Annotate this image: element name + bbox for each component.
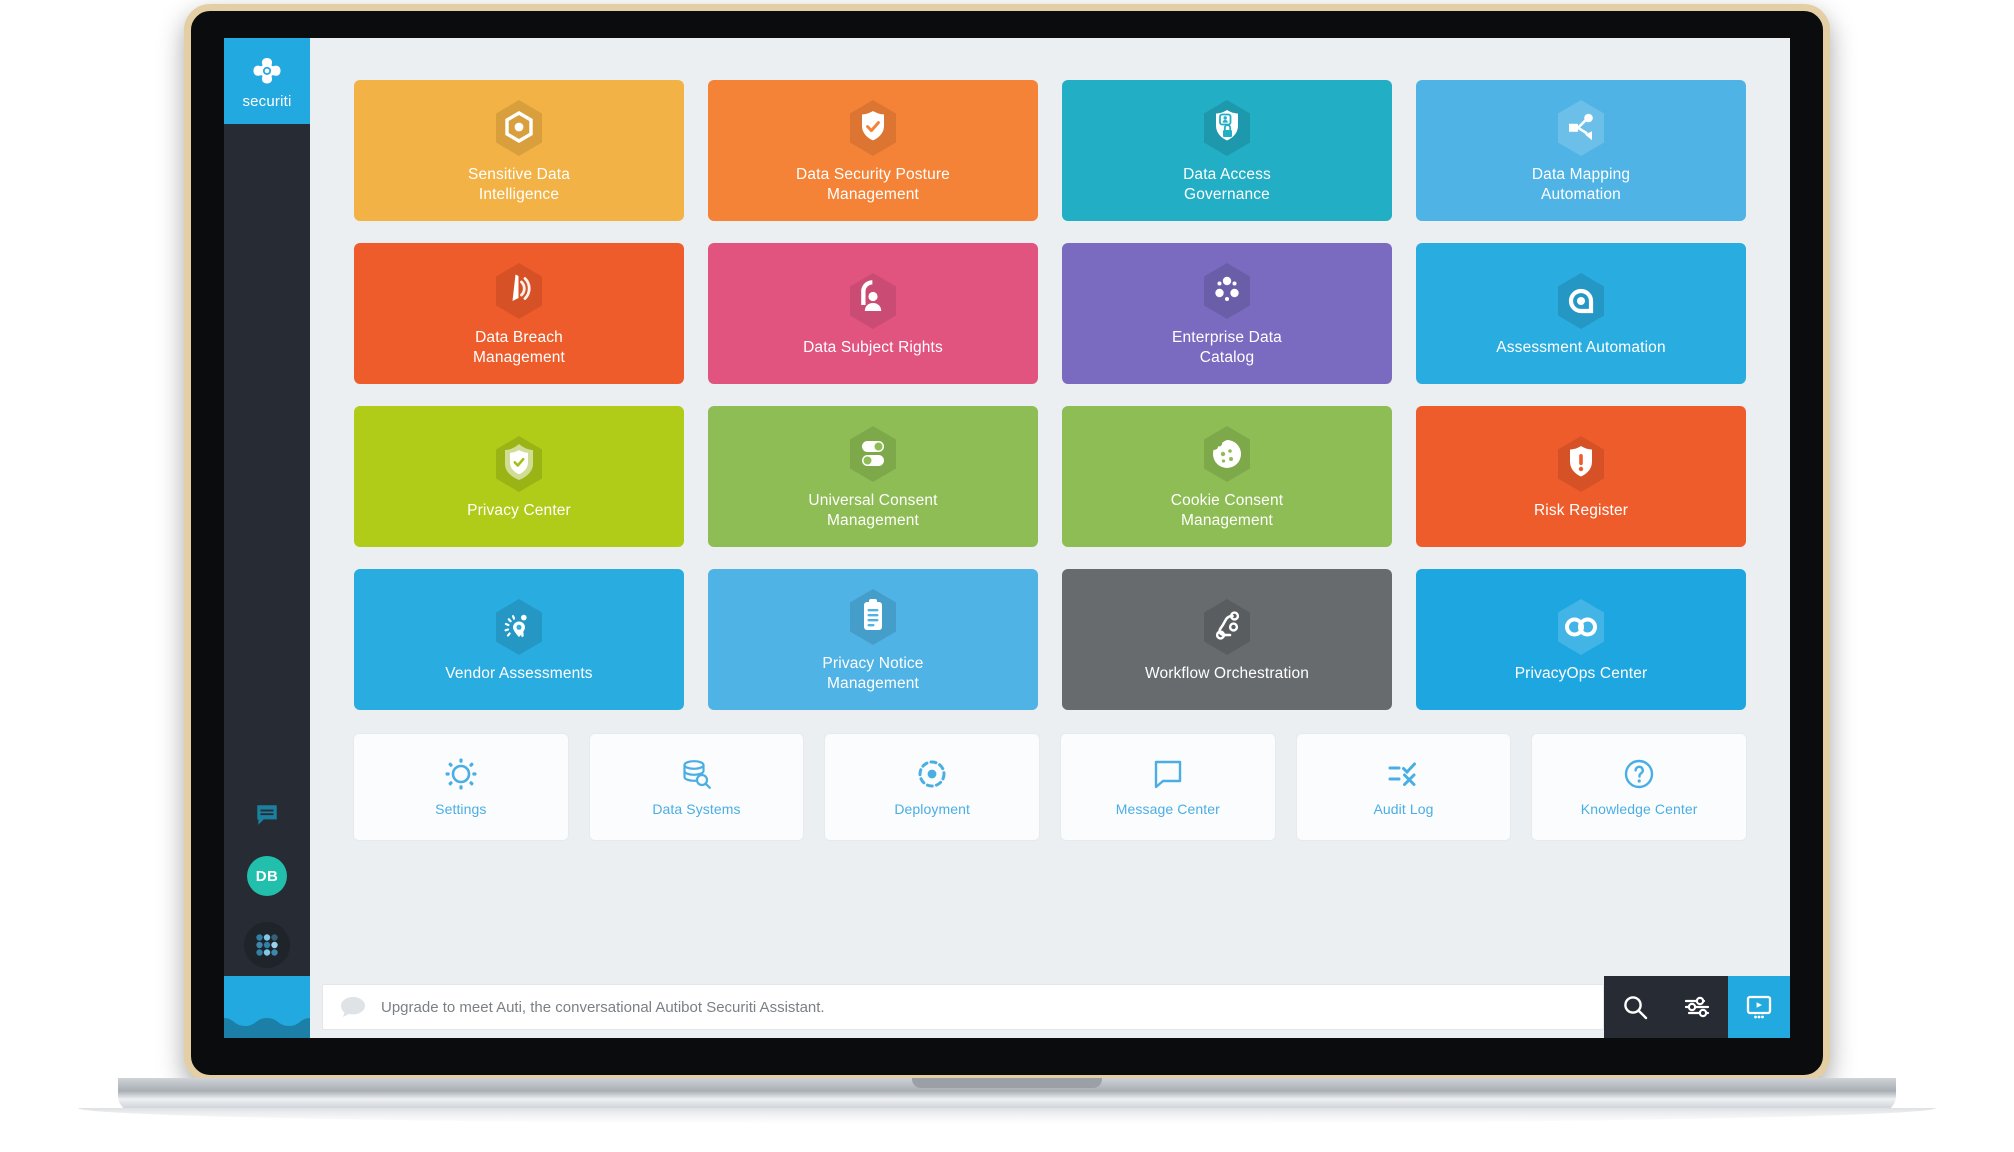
laptop-base xyxy=(118,1078,1896,1112)
target-spiral-icon xyxy=(1558,272,1604,329)
filters-button[interactable] xyxy=(1666,976,1728,1038)
dotted-circle-dot-icon xyxy=(918,760,946,788)
quick-links-row: Settings Data Systems Deployment Message… xyxy=(354,734,1746,840)
assistant-input[interactable]: Upgrade to meet Auti, the conversational… xyxy=(322,984,1604,1030)
tile-label: Privacy Center xyxy=(467,501,571,519)
check-cross-list-icon xyxy=(1388,762,1417,786)
search-button[interactable] xyxy=(1604,976,1666,1038)
tile-label: Sensitive Data Intelligence xyxy=(467,165,571,203)
securiti-atom-logo-icon xyxy=(253,57,281,83)
screenshot-stage: securiti DB Sensitive Data Intelligence … xyxy=(0,0,2014,1152)
sidebar-footer-wave xyxy=(224,976,310,1038)
module-tile-grid: Sensitive Data Intelligence Data Security… xyxy=(354,80,1746,710)
cookie-icon xyxy=(1204,425,1250,482)
infinity-icon xyxy=(1558,598,1604,655)
tile-privacy-center[interactable]: Privacy Center xyxy=(354,406,684,547)
database-search-icon xyxy=(683,760,712,789)
quick-link-label: Knowledge Center xyxy=(1580,801,1698,817)
laptop-foot-shadow xyxy=(78,1108,1936,1124)
sidebar-tools: DB xyxy=(244,800,290,976)
question-circle-icon xyxy=(1624,759,1654,789)
tile-label: Data Subject Rights xyxy=(803,338,943,356)
sliders-filter-icon xyxy=(1684,996,1710,1018)
tile-label: Data Access Governance xyxy=(1183,165,1271,203)
gauge-meter-icon xyxy=(496,598,542,655)
bottom-bar-actions xyxy=(1604,976,1790,1038)
quick-link-knowledge-center[interactable]: Knowledge Center xyxy=(1532,734,1746,840)
clipboard-icon xyxy=(850,588,896,645)
main-area: Sensitive Data Intelligence Data Security… xyxy=(310,38,1790,1038)
tile-label: Cookie Consent Management xyxy=(1170,491,1284,529)
video-tutorial-icon xyxy=(1746,995,1772,1019)
quick-link-label: Settings xyxy=(435,801,487,817)
quick-link-audit-log[interactable]: Audit Log xyxy=(1296,734,1511,840)
tile-cookie-consent-management[interactable]: Cookie Consent Management xyxy=(1062,406,1392,547)
assistant-prompt-text: Upgrade to meet Auti, the conversational… xyxy=(381,998,825,1016)
tile-label: Privacy Notice Management xyxy=(822,654,924,692)
data-cluster-icon xyxy=(1204,262,1250,319)
tile-privacyops-center[interactable]: PrivacyOps Center xyxy=(1416,569,1746,710)
app-launcher-grid-icon[interactable] xyxy=(244,922,290,968)
app-launcher-dots xyxy=(256,934,278,956)
quick-link-label: Data Systems xyxy=(652,801,741,817)
tile-assessment-automation[interactable]: Assessment Automation xyxy=(1416,243,1746,384)
tile-data-breach-management[interactable]: Data Breach Management xyxy=(354,243,684,384)
workflow-branch-icon xyxy=(1204,598,1250,655)
shield-user-lock-icon xyxy=(1204,99,1250,156)
quick-link-label: Deployment xyxy=(894,801,971,817)
dotted-gear-icon xyxy=(445,758,477,790)
tile-label: Risk Register xyxy=(1533,501,1629,519)
tile-label: Vendor Assessments xyxy=(445,664,593,682)
quick-link-settings[interactable]: Settings xyxy=(354,734,568,840)
person-rights-icon xyxy=(850,272,896,329)
tile-label: Data Breach Management xyxy=(473,328,565,366)
tile-risk-register[interactable]: Risk Register xyxy=(1416,406,1746,547)
toggle-switches-icon xyxy=(850,425,896,482)
tile-label: PrivacyOps Center xyxy=(1514,664,1648,682)
message-chat-glyph xyxy=(257,805,277,825)
share-network-icon xyxy=(1558,99,1604,156)
tile-data-mapping-automation[interactable]: Data Mapping Automation xyxy=(1416,80,1746,221)
speech-bubble-icon xyxy=(1154,760,1182,789)
tutorial-video-button[interactable] xyxy=(1728,976,1790,1038)
brand-name: securiti xyxy=(242,92,292,110)
tile-label: Universal Consent Management xyxy=(808,491,938,529)
tile-privacy-notice-management[interactable]: Privacy Notice Management xyxy=(708,569,1038,710)
tile-label: Data Mapping Automation xyxy=(1531,165,1631,203)
wave-decoration-icon xyxy=(224,1018,310,1038)
quick-link-label: Message Center xyxy=(1115,801,1220,817)
tile-universal-consent-management[interactable]: Universal Consent Management xyxy=(708,406,1038,547)
chat-bubble-icon xyxy=(341,997,365,1017)
tile-data-security-posture-management[interactable]: Data Security Posture Management xyxy=(708,80,1038,221)
privacy-shield-icon xyxy=(496,435,542,492)
tile-vendor-assessments[interactable]: Vendor Assessments xyxy=(354,569,684,710)
user-avatar[interactable]: DB xyxy=(247,856,287,896)
hexagon-dot-icon xyxy=(496,99,542,156)
shield-check-icon xyxy=(850,99,896,156)
tile-data-subject-rights[interactable]: Data Subject Rights xyxy=(708,243,1038,384)
tile-label: Enterprise Data Catalog xyxy=(1172,328,1282,366)
dashboard-content: Sensitive Data Intelligence Data Security… xyxy=(310,38,1790,976)
app-screen: securiti DB Sensitive Data Intelligence … xyxy=(224,38,1790,1038)
left-sidebar: securiti DB xyxy=(224,38,310,1038)
quick-link-deployment[interactable]: Deployment xyxy=(825,734,1039,840)
avatar-initials: DB xyxy=(255,867,279,885)
quick-link-message-center[interactable]: Message Center xyxy=(1061,734,1275,840)
tile-label: Assessment Automation xyxy=(1496,338,1666,356)
tile-sensitive-data-intelligence[interactable]: Sensitive Data Intelligence xyxy=(354,80,684,221)
quick-link-label: Audit Log xyxy=(1373,801,1434,817)
search-icon xyxy=(1624,996,1648,1020)
broadcast-signal-icon xyxy=(496,262,542,319)
tile-workflow-orchestration[interactable]: Workflow Orchestration xyxy=(1062,569,1392,710)
tile-data-access-governance[interactable]: Data Access Governance xyxy=(1062,80,1392,221)
quick-link-data-systems[interactable]: Data Systems xyxy=(589,734,804,840)
shield-alert-icon xyxy=(1558,435,1604,492)
tile-enterprise-data-catalog[interactable]: Enterprise Data Catalog xyxy=(1062,243,1392,384)
tile-label: Data Security Posture Management xyxy=(796,165,950,203)
brand-logo-block[interactable]: securiti xyxy=(224,38,310,124)
tile-label: Workflow Orchestration xyxy=(1144,664,1310,682)
message-chat-icon[interactable] xyxy=(252,800,282,830)
bottom-bar: Upgrade to meet Auti, the conversational… xyxy=(310,976,1790,1038)
